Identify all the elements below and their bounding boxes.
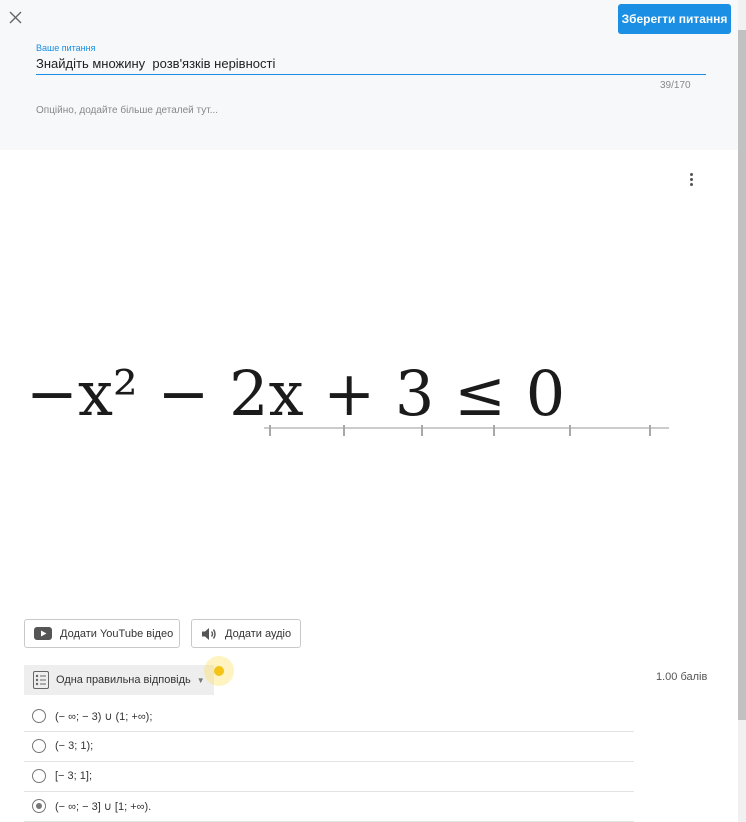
youtube-icon bbox=[34, 627, 52, 640]
answer-option[interactable]: [− 3; 1]; bbox=[24, 761, 634, 792]
save-question-button[interactable]: Зберегти питання bbox=[618, 4, 731, 34]
audio-button-label: Додати аудіо bbox=[225, 627, 292, 640]
caret-down-icon: ▼ bbox=[196, 675, 205, 685]
answer-text: [− 3; 1]; bbox=[55, 770, 92, 782]
points-label[interactable]: 1.00 балів bbox=[656, 671, 707, 683]
add-youtube-video-button[interactable]: Додати YouTube відео bbox=[24, 619, 180, 648]
math-expression: −x² − 2x + 3 ≤ 0 bbox=[26, 357, 565, 430]
close-button[interactable] bbox=[6, 8, 26, 28]
question-type-label: Одна правильна відповідь bbox=[56, 674, 191, 686]
answer-radio-selected[interactable] bbox=[32, 799, 46, 813]
answer-text: (− ∞; − 3] ∪ [1; +∞). bbox=[55, 800, 152, 813]
question-type-dropdown[interactable]: Одна правильна відповідь ▼ bbox=[24, 665, 214, 695]
question-image[interactable]: −x² − 2x + 3 ≤ 0 bbox=[24, 325, 674, 440]
answer-radio[interactable] bbox=[32, 709, 46, 723]
character-counter: 39/170 bbox=[660, 80, 691, 91]
answer-option[interactable]: (− ∞; − 3) ∪ (1; +∞); bbox=[24, 701, 634, 732]
cursor-highlight bbox=[204, 656, 234, 686]
answer-text: (− ∞; − 3) ∪ (1; +∞); bbox=[55, 710, 153, 723]
question-input[interactable]: Знайдіть множину розв'язків нерівності bbox=[36, 56, 706, 75]
scrollbar-thumb[interactable] bbox=[738, 30, 746, 720]
question-details-input[interactable]: Опційно, додайте більше деталей тут... bbox=[36, 105, 218, 116]
speaker-icon bbox=[202, 627, 216, 640]
more-options-button[interactable] bbox=[683, 171, 699, 189]
answer-radio[interactable] bbox=[32, 769, 46, 783]
more-vertical-icon bbox=[683, 173, 699, 186]
answer-radio[interactable] bbox=[32, 739, 46, 753]
answer-text: (− 3; 1); bbox=[55, 740, 94, 752]
question-field-label: Ваше питання bbox=[36, 43, 96, 53]
close-icon bbox=[9, 11, 22, 24]
youtube-button-label: Додати YouTube відео bbox=[60, 627, 174, 640]
add-audio-button[interactable]: Додати аудіо bbox=[191, 619, 301, 648]
answer-option[interactable]: (− 3; 1); bbox=[24, 731, 634, 762]
answer-option[interactable]: (− ∞; − 3] ∪ [1; +∞). bbox=[24, 791, 634, 822]
list-icon bbox=[33, 671, 49, 689]
